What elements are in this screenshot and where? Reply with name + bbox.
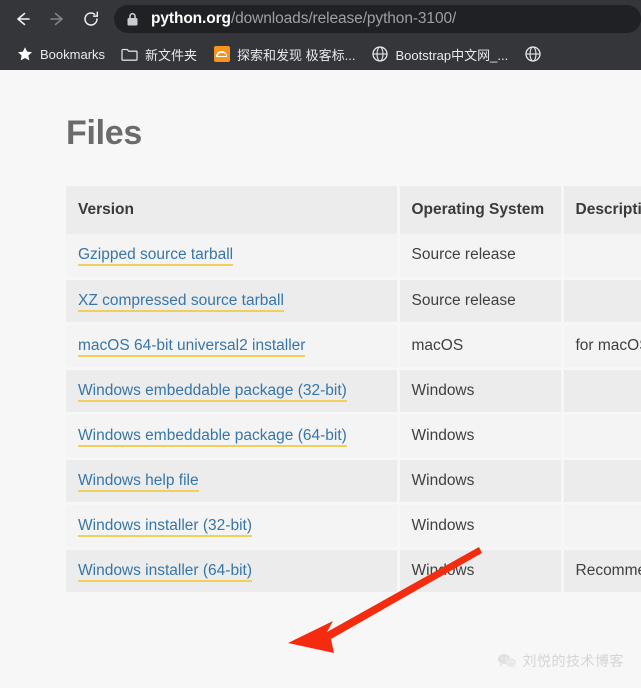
back-button[interactable]	[6, 2, 40, 36]
page-title: Files	[66, 114, 142, 152]
files-table: Version Operating System Descripti Gzipp…	[66, 186, 641, 595]
file-link-macos-universal2-installer[interactable]: macOS 64-bit universal2 installer	[78, 336, 306, 357]
table-row: XZ compressed source tarball Source rele…	[66, 278, 641, 325]
browser-toolbar: python.org/downloads/release/python-3100…	[0, 0, 641, 38]
file-link-windows-embeddable-32bit[interactable]: Windows embeddable package (32-bit)	[78, 381, 347, 402]
cell-description: for macOS 10.9 and later	[562, 323, 641, 370]
bookmark-label: 新文件夹	[145, 47, 198, 63]
file-link-windows-embeddable-64bit[interactable]: Windows embeddable package (64-bit)	[78, 426, 347, 447]
table-header-row: Version Operating System Descripti	[66, 186, 641, 234]
cell-description	[562, 503, 641, 550]
file-link-windows-installer-64bit[interactable]: Windows installer (64-bit)	[78, 561, 252, 582]
cell-version: Windows installer (64-bit)	[66, 548, 400, 595]
column-header-version[interactable]: Version	[66, 186, 400, 234]
forward-button[interactable]	[40, 2, 74, 36]
table-row: Windows installer (64-bit) Windows Recom…	[66, 548, 641, 595]
cell-operating-system: Windows	[398, 548, 564, 595]
url-text: python.org/downloads/release/python-3100…	[151, 10, 456, 28]
bookmarks-bar: Bookmarks 新文件夹 探索和发现 极客标... Bootstrap中文网…	[0, 38, 641, 70]
cell-operating-system: Source release	[398, 234, 564, 280]
cell-operating-system: macOS	[398, 323, 564, 370]
cell-version: Windows embeddable package (64-bit)	[66, 413, 400, 460]
url-bar[interactable]: python.org/downloads/release/python-3100…	[114, 5, 641, 33]
bookmark-item-bookmarks[interactable]: Bookmarks	[8, 42, 113, 66]
cell-version: macOS 64-bit universal2 installer	[66, 323, 400, 370]
table-row: Windows embeddable package (64-bit) Wind…	[66, 413, 641, 460]
cell-description: Recommended	[562, 548, 641, 595]
column-header-operating-system[interactable]: Operating System	[398, 186, 564, 234]
table-row: Gzipped source tarball Source release	[66, 234, 641, 280]
page-content: Files Version Operating System Descripti…	[0, 70, 641, 688]
bookmark-label: Bootstrap中文网_...	[395, 47, 509, 63]
reload-icon	[81, 9, 101, 29]
reload-button[interactable]	[74, 2, 108, 36]
folder-icon	[121, 46, 138, 63]
cell-version: Gzipped source tarball	[66, 234, 400, 280]
cell-description	[562, 458, 641, 505]
orange-favicon-icon	[213, 46, 230, 63]
table-row: macOS 64-bit universal2 installer macOS …	[66, 323, 641, 370]
cell-description	[562, 368, 641, 415]
file-link-windows-help-file[interactable]: Windows help file	[78, 471, 199, 492]
cell-description	[562, 234, 641, 280]
column-header-description[interactable]: Descripti	[562, 186, 641, 234]
globe-icon	[524, 46, 541, 63]
file-link-xz-compressed-source-tarball[interactable]: XZ compressed source tarball	[78, 291, 284, 312]
cell-version: XZ compressed source tarball	[66, 278, 400, 325]
arrow-left-icon	[13, 9, 33, 29]
file-link-gzipped-source-tarball[interactable]: Gzipped source tarball	[78, 246, 234, 267]
cell-description	[562, 278, 641, 325]
star-icon	[16, 46, 33, 63]
bookmark-label: 探索和发现 极客标...	[237, 47, 356, 63]
cell-operating-system: Windows	[398, 503, 564, 550]
cell-operating-system: Windows	[398, 413, 564, 460]
arrow-right-icon	[47, 9, 67, 29]
table-row: Windows embeddable package (32-bit) Wind…	[66, 368, 641, 415]
files-table-container: Version Operating System Descripti Gzipp…	[66, 186, 641, 595]
cell-description	[562, 413, 641, 460]
bookmark-item-new-folder[interactable]: 新文件夹	[113, 42, 205, 66]
watermark-text: 刘悦的技术博客	[522, 654, 624, 670]
cell-operating-system: Source release	[398, 278, 564, 325]
bookmark-item-overflow[interactable]	[516, 42, 541, 66]
table-head: Version Operating System Descripti	[66, 186, 641, 234]
table-row: Windows help file Windows	[66, 458, 641, 505]
url-host: python.org	[151, 10, 231, 27]
browser-chrome: python.org/downloads/release/python-3100…	[0, 0, 641, 70]
bookmark-item-bootstrap[interactable]: Bootstrap中文网_...	[364, 42, 517, 66]
globe-icon	[372, 46, 389, 63]
file-link-windows-installer-32bit[interactable]: Windows installer (32-bit)	[78, 516, 252, 537]
cell-operating-system: Windows	[398, 458, 564, 505]
lock-icon	[126, 12, 139, 27]
table-body: Gzipped source tarball Source release XZ…	[66, 234, 641, 595]
watermark: 刘悦的技术博客	[497, 651, 625, 671]
bookmark-item-explore-discover[interactable]: 探索和发现 极客标...	[205, 42, 363, 66]
cell-operating-system: Windows	[398, 368, 564, 415]
cell-version: Windows help file	[66, 458, 400, 505]
table-row: Windows installer (32-bit) Windows	[66, 503, 641, 550]
wechat-icon	[497, 653, 517, 669]
url-path: /downloads/release/python-3100/	[230, 10, 457, 27]
cell-version: Windows embeddable package (32-bit)	[66, 368, 400, 415]
bookmark-label: Bookmarks	[40, 46, 106, 62]
cell-version: Windows installer (32-bit)	[66, 503, 400, 550]
